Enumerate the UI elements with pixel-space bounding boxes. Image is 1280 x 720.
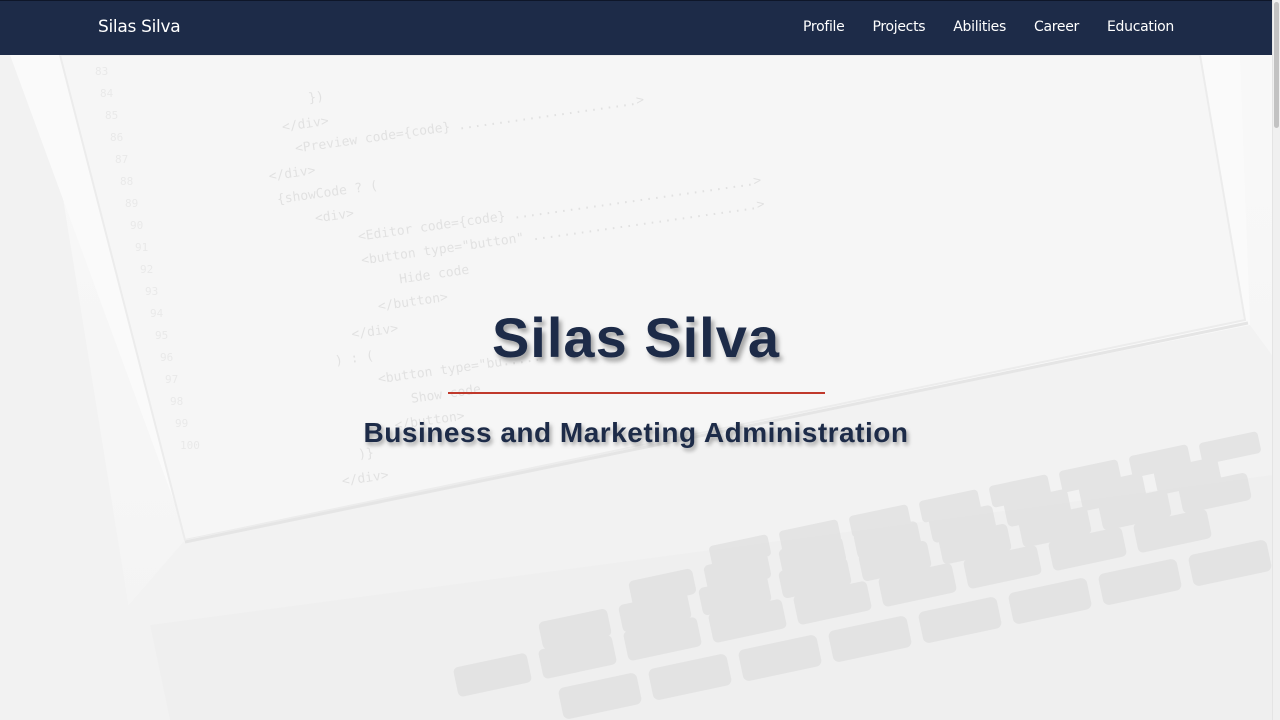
- brand-link[interactable]: Silas Silva: [98, 17, 181, 37]
- nav-link-career[interactable]: Career: [1034, 19, 1079, 35]
- hero-title: Silas Silva: [491, 306, 781, 369]
- page: Silas Silva Profile Projects Abilities C…: [0, 0, 1280, 720]
- nav-link-projects[interactable]: Projects: [872, 19, 925, 35]
- hero-divider: [448, 392, 825, 394]
- nav-links: Profile Projects Abilities Career Educat…: [803, 19, 1174, 35]
- hero-section: }) </div> <Preview code={code} .........…: [0, 55, 1272, 720]
- nav-link-profile[interactable]: Profile: [803, 19, 845, 35]
- nav-link-abilities[interactable]: Abilities: [953, 19, 1006, 35]
- hero-subtitle: Business and Marketing Administration: [363, 417, 909, 448]
- nav-link-education[interactable]: Education: [1107, 19, 1174, 35]
- scrollbar-thumb[interactable]: [1274, 2, 1279, 128]
- hero-content: Silas Silva Business and Marketing Admin…: [0, 55, 1272, 720]
- navbar: Silas Silva Profile Projects Abilities C…: [0, 0, 1272, 55]
- vertical-scrollbar[interactable]: [1272, 0, 1280, 720]
